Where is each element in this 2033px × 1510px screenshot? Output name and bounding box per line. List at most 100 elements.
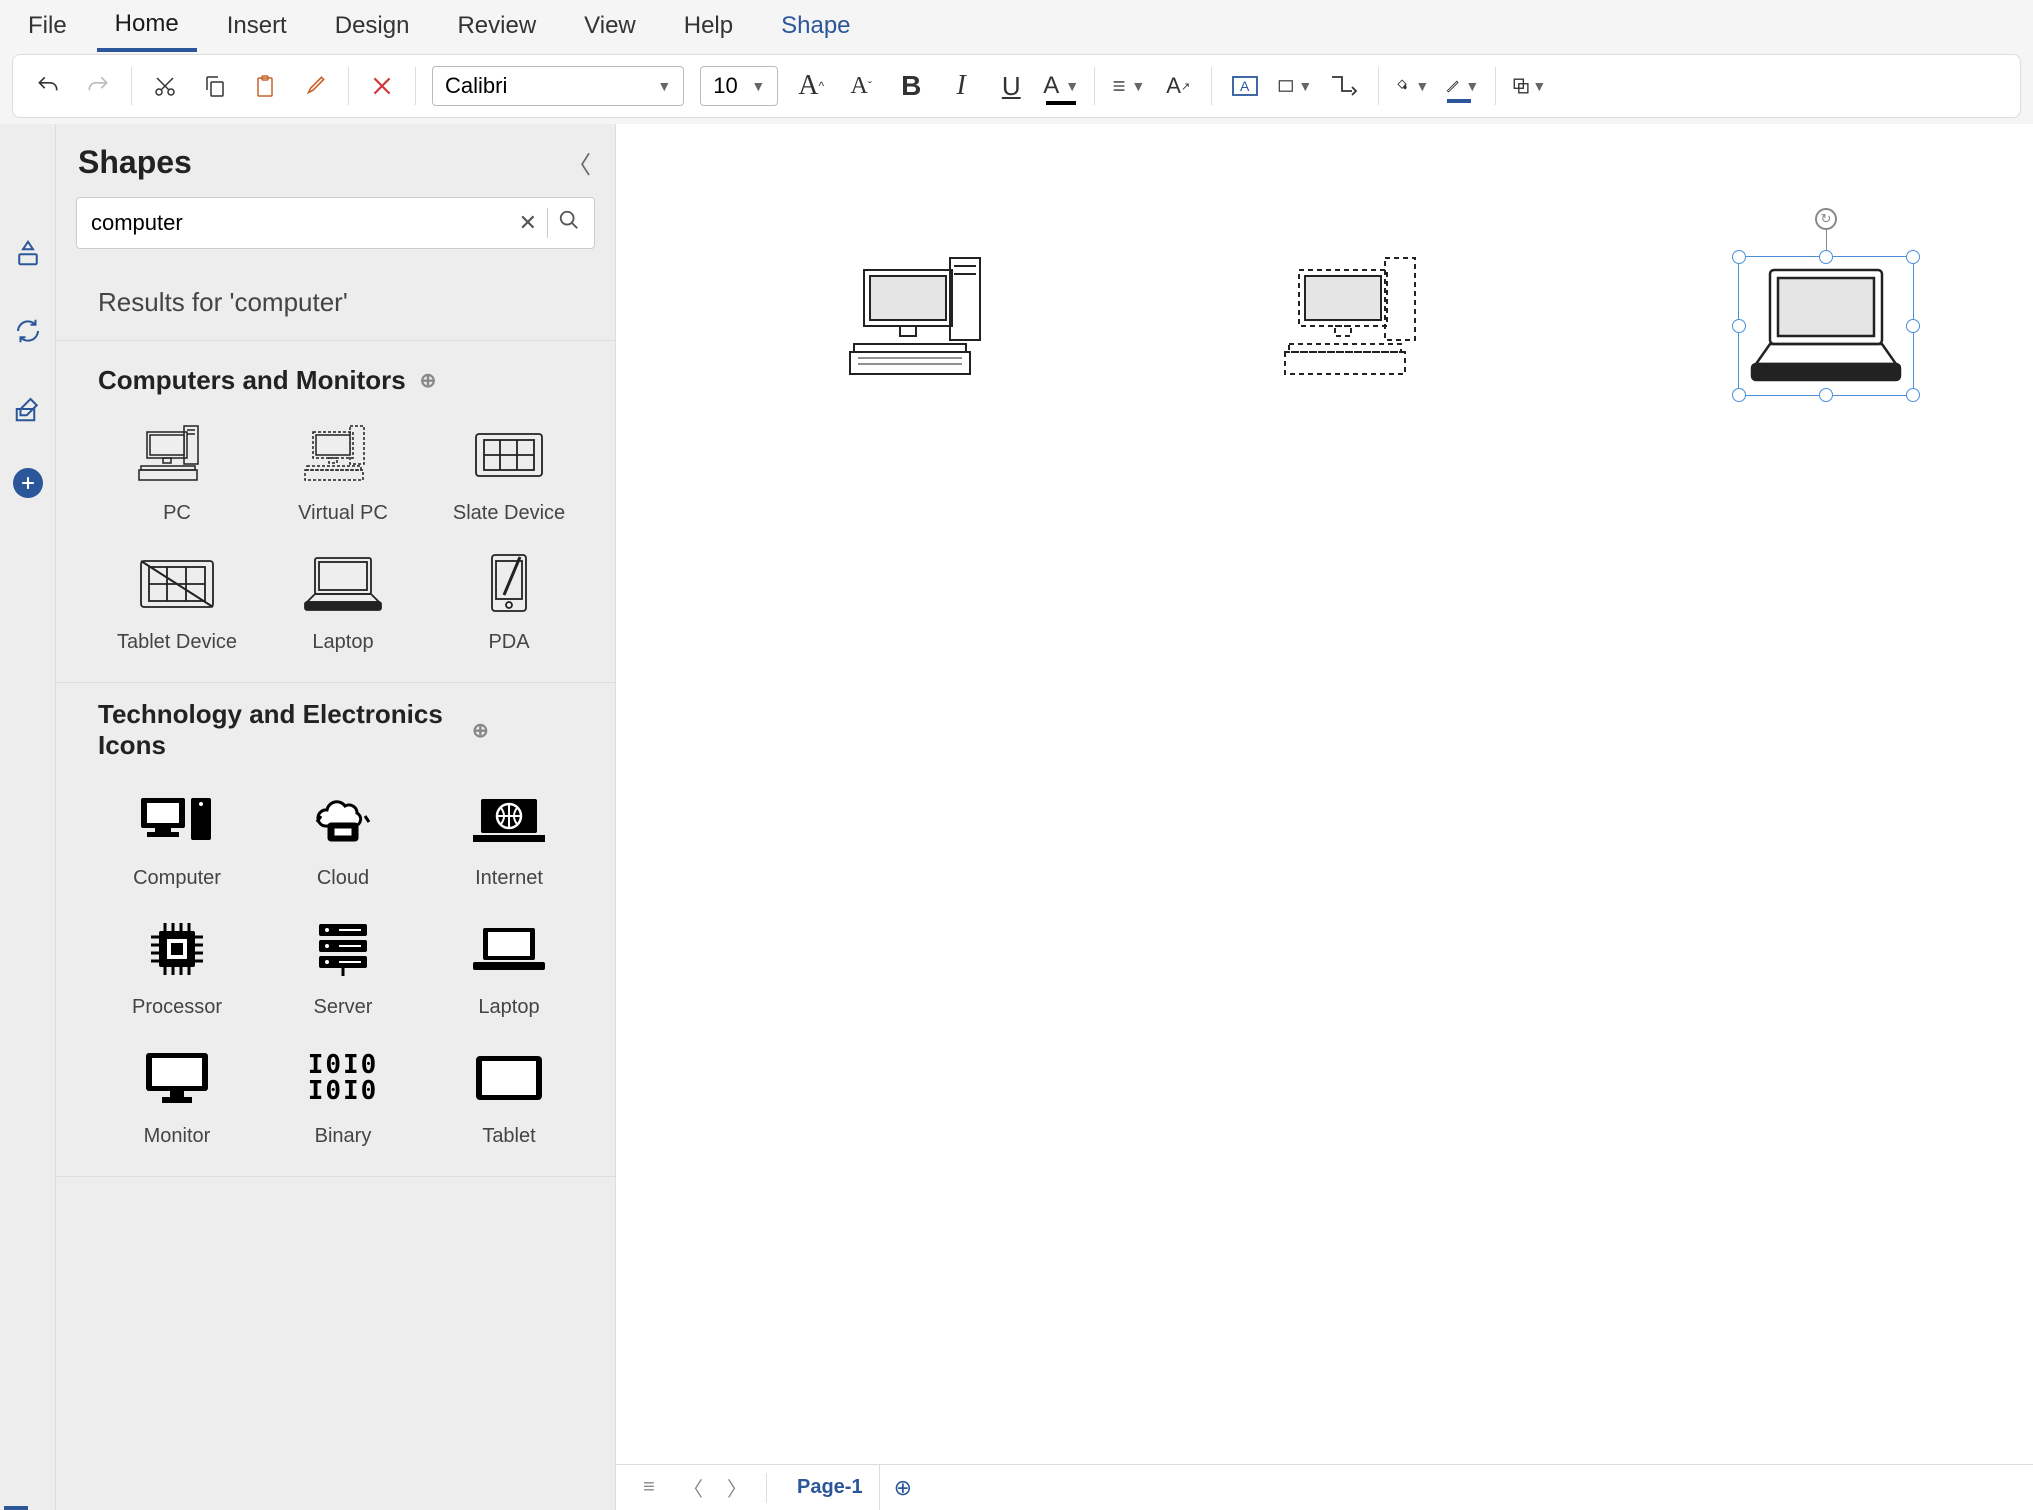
search-button[interactable] [558,209,580,237]
toolbar: Calibri ▼ 10▼ A^ Aˇ B I U A▼ ▼ A↗ A ▼ ▼ ▼… [12,54,2021,118]
font-color-button[interactable]: A▼ [1044,69,1078,103]
format-painter-button[interactable] [298,69,332,103]
shape-cloud[interactable]: Cloud [264,783,422,890]
category-tech-electronics: Technology and Electronics Icons⊕ Comput… [56,683,615,1177]
shape-label: Processor [132,996,222,1019]
shape-label: Cloud [317,867,369,890]
resize-handle-sw[interactable] [1732,388,1746,402]
menu-shape[interactable]: Shape [763,2,868,50]
left-rail [0,124,56,1510]
collapse-panel-button[interactable]: 〈 [567,145,591,180]
rail-shapes-button[interactable] [9,234,47,272]
connector-button[interactable] [1328,69,1362,103]
resize-handle-e[interactable] [1906,319,1920,333]
shape-computer[interactable]: Computer [98,783,256,890]
search-box[interactable]: ✕ [76,197,595,249]
rail-edit-button[interactable] [9,390,47,428]
font-family-value: Calibri [445,73,507,99]
resize-handle-n[interactable] [1819,250,1833,264]
undo-button[interactable] [31,69,65,103]
fill-color-button[interactable]: ▼ [1395,69,1429,103]
copy-button[interactable] [198,69,232,103]
shape-label: PDA [488,631,529,654]
italic-button[interactable]: I [944,69,978,103]
arrange-button[interactable]: ▼ [1512,69,1546,103]
paste-button[interactable] [248,69,282,103]
rotate-handle[interactable]: ↻ [1815,208,1837,230]
chevron-down-icon: ▼ [1532,78,1546,94]
shape-pda[interactable]: PDA [430,547,588,654]
shape-label: PC [163,502,191,525]
canvas-shape-pc[interactable] [846,254,1006,389]
chevron-down-icon: ▼ [657,78,671,94]
redo-button[interactable] [81,69,115,103]
rail-add-button[interactable] [13,468,43,498]
delete-button[interactable] [365,69,399,103]
shape-internet[interactable]: Internet [430,783,588,890]
results-header: Results for 'computer' [56,263,615,341]
shape-label: Tablet Device [117,631,237,654]
font-family-select[interactable]: Calibri ▼ [432,66,684,106]
menu-insert[interactable]: Insert [209,2,305,50]
line-color-button[interactable]: ▼ [1445,69,1479,103]
font-size-select[interactable]: 10▼ [700,66,778,106]
page-tab[interactable]: Page-1 [781,1465,880,1510]
chevron-down-icon: ▼ [1465,78,1479,94]
shape-label: Virtual PC [298,502,388,525]
bold-button[interactable]: B [894,69,928,103]
shape-virtual-pc[interactable]: Virtual PC [264,418,422,525]
resize-handle-w[interactable] [1732,319,1746,333]
results-scroll[interactable]: Results for 'computer' Computers and Mon… [56,263,615,1510]
grow-font-button[interactable]: A^ [794,69,828,103]
tab-menu-button[interactable]: ≡ [634,1473,664,1503]
zoom-icon[interactable]: ⊕ [472,718,489,743]
underline-button[interactable]: U [994,69,1028,103]
canvas-shape-laptop[interactable]: ↻ [1746,264,1906,393]
chevron-down-icon: ▼ [1298,78,1312,94]
shape-label: Laptop [312,631,373,654]
shape-tablet[interactable]: Tablet [430,1041,588,1148]
shape-binary[interactable]: I0I0I0I0Binary [264,1041,422,1148]
resize-handle-s[interactable] [1819,388,1833,402]
clear-search-button[interactable]: ✕ [519,210,537,236]
zoom-icon[interactable]: ⊕ [420,368,437,393]
canvas-area: ↻ ≡ 〈 〉 Page-1 ⊕ [616,124,2033,1510]
menu-view[interactable]: View [566,2,654,50]
category-title: Computers and Monitors [98,365,406,396]
text-direction-button[interactable]: A↗ [1161,69,1195,103]
canvas-shape-virtual-pc[interactable] [1281,254,1441,389]
search-input[interactable] [91,210,509,236]
text-box-button[interactable]: A [1228,69,1262,103]
align-button[interactable]: ▼ [1111,69,1145,103]
next-page-button[interactable]: 〉 [722,1473,752,1503]
resize-handle-nw[interactable] [1732,250,1746,264]
shape-laptop[interactable]: Laptop [264,547,422,654]
menu-file[interactable]: File [10,2,85,50]
shape-server[interactable]: Server [264,912,422,1019]
menu-home[interactable]: Home [97,0,197,52]
shape-label: Slate Device [453,502,565,525]
chevron-down-icon: ▼ [751,78,765,94]
rail-sync-button[interactable] [9,312,47,350]
page-tabs: ≡ 〈 〉 Page-1 ⊕ [616,1464,2033,1510]
category-computers-monitors: Computers and Monitors ⊕ PC Virtual PC Sl… [56,349,615,683]
resize-handle-se[interactable] [1906,388,1920,402]
shrink-font-button[interactable]: Aˇ [844,69,878,103]
shape-monitor[interactable]: Monitor [98,1041,256,1148]
menu-design[interactable]: Design [317,2,428,50]
menu-review[interactable]: Review [439,2,554,50]
prev-page-button[interactable]: 〈 [678,1473,708,1503]
shape-laptop2[interactable]: Laptop [430,912,588,1019]
cut-button[interactable] [148,69,182,103]
menu-help[interactable]: Help [666,2,751,50]
chevron-down-icon: ▼ [1065,78,1079,94]
shape-processor[interactable]: Processor [98,912,256,1019]
resize-handle-ne[interactable] [1906,250,1920,264]
add-page-button[interactable]: ⊕ [894,1475,912,1501]
shape-tablet-device[interactable]: Tablet Device [98,547,256,654]
shape-pc[interactable]: PC [98,418,256,525]
drawing-canvas[interactable]: ↻ [616,124,2033,1464]
shape-button[interactable]: ▼ [1278,69,1312,103]
svg-text:A: A [1240,78,1250,94]
shape-slate[interactable]: Slate Device [430,418,588,525]
